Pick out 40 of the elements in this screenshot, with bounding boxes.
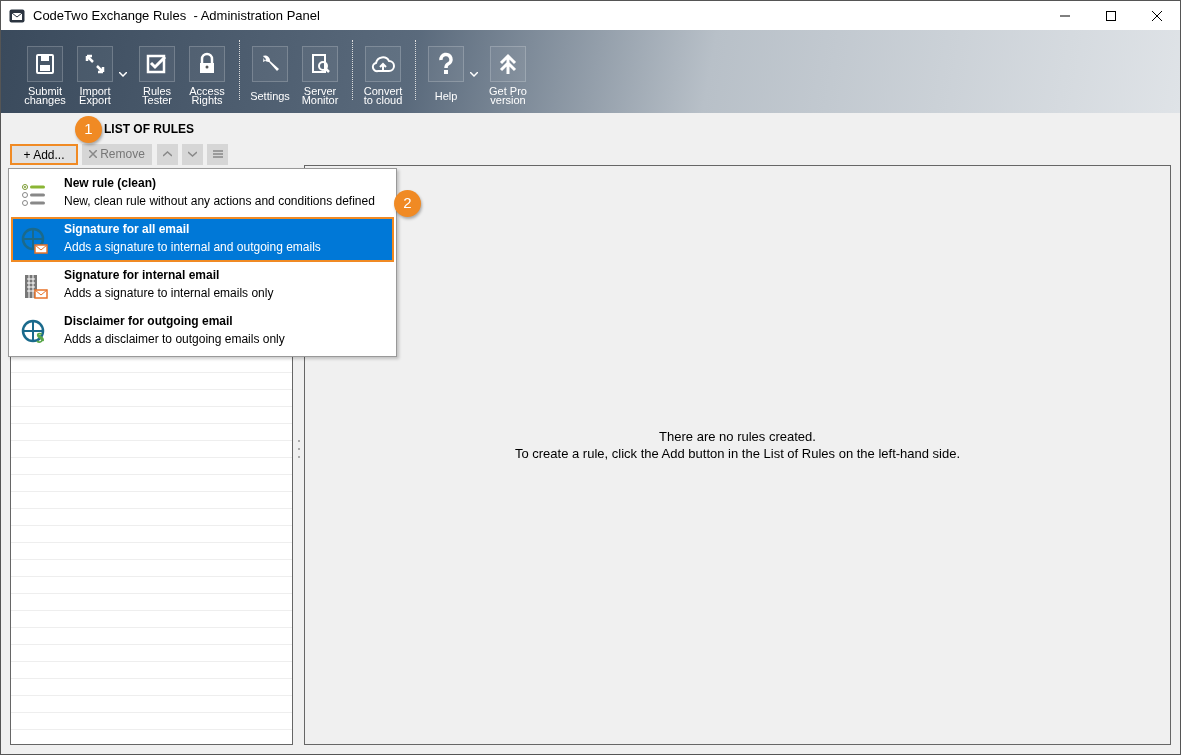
chevron-up-icon bbox=[163, 151, 172, 157]
menu-item[interactable]: New rule (clean) New, clean rule without any actions and conditions defined bbox=[13, 171, 392, 216]
move-up-button[interactable] bbox=[157, 143, 178, 165]
menu-button[interactable] bbox=[207, 143, 228, 165]
caret-icon bbox=[470, 71, 478, 77]
app-icon bbox=[9, 8, 25, 23]
menu-item-icon bbox=[20, 225, 48, 254]
menu-item-description: Adds a signature to internal emails only bbox=[64, 284, 274, 302]
toolbar-button[interactable]: Get Pro version bbox=[484, 46, 532, 105]
menu-icon bbox=[212, 150, 223, 158]
toolbar-button[interactable]: Access Rights bbox=[183, 46, 231, 105]
empty-message: To create a rule, click the Add button in the List of Rules on the left-hand side. bbox=[514, 445, 961, 462]
toolbar-button[interactable]: Submit changes bbox=[21, 46, 69, 105]
window-title: CodeTwo Exchange Rules - Administration Panel bbox=[33, 6, 320, 25]
toolbar-button[interactable]: Import Export bbox=[71, 46, 131, 105]
toolbar-button[interactable]: Settings bbox=[246, 46, 294, 105]
panel-title: LIST OF RULES bbox=[104, 121, 194, 138]
caret-icon bbox=[119, 71, 127, 77]
toolbar-button[interactable]: Help bbox=[422, 46, 482, 105]
menu-item-title: Signature for all email bbox=[64, 220, 191, 238]
menu-item-title: Signature for internal email bbox=[64, 266, 221, 284]
step-callout: 1 bbox=[75, 116, 102, 143]
toolbar-button[interactable]: Rules Tester bbox=[133, 46, 181, 105]
empty-message: There are no rules created. bbox=[659, 428, 816, 445]
menu-item-description: Adds a signature to internal and outgoing emails bbox=[64, 238, 321, 256]
close-icon bbox=[89, 150, 98, 158]
close-icon bbox=[1152, 10, 1162, 21]
menu-item-title: New rule (clean) bbox=[64, 174, 158, 192]
chevron-down-icon bbox=[188, 151, 197, 157]
maximize-icon bbox=[1106, 10, 1116, 21]
menu-item[interactable]: Disclaimer for outgoing email Adds a disclaimer to outgoing emails only bbox=[13, 309, 392, 354]
add-button[interactable]: + Add... bbox=[10, 143, 78, 165]
menu-item-description: Adds a disclaimer to outgoing emails only bbox=[64, 330, 285, 348]
toolbar-button[interactable]: Server Monitor bbox=[296, 46, 344, 105]
menu-item-title: Disclaimer for outgoing email bbox=[64, 312, 234, 330]
menu-item[interactable]: Signature for internal email Adds a signature to internal emails only bbox=[13, 263, 392, 308]
menu-item-description: New, clean rule without any actions and conditions defined bbox=[64, 192, 375, 210]
move-down-button[interactable] bbox=[182, 143, 203, 165]
menu-item[interactable]: Signature for all email Adds a signature to internal and outgoing emails bbox=[11, 217, 394, 262]
toolbar-button[interactable]: Convert to cloud bbox=[359, 46, 407, 105]
